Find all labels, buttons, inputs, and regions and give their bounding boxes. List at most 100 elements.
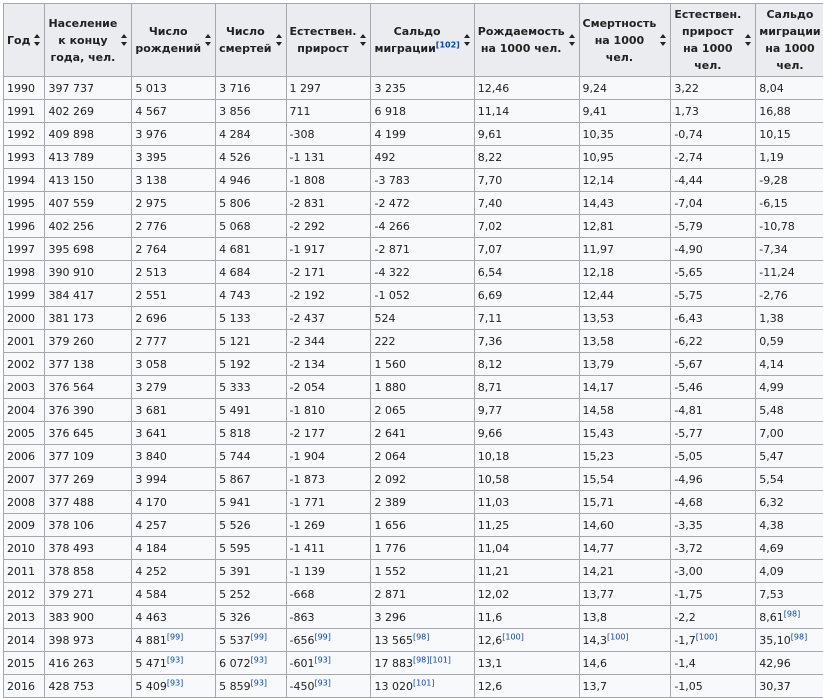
table-cell-births: 3 138 [132,169,216,192]
reference-link[interactable]: [99] [167,632,183,641]
column-header-death-rate[interactable]: Смертность на 1000 чел. [579,4,671,77]
column-header-migration-balance[interactable]: Сальдо миграции[102] [371,4,474,77]
table-cell-natural-growth-rate: -5,46 [671,376,756,399]
table-cell-migration-balance: -4 266 [371,215,474,238]
cell-value: 14,60 [583,519,615,532]
table-cell-birth-rate: 8,22 [474,146,579,169]
table-cell-population: 409 898 [45,123,132,146]
table-cell-death-rate: 13,8 [579,606,671,629]
table-cell-birth-rate: 8,12 [474,353,579,376]
cell-value: -1 411 [290,542,325,555]
table-cell-year: 2005 [4,422,45,445]
cell-value: 3 856 [219,105,251,118]
table-cell-births: 2 975 [132,192,216,215]
table-cell-births: 5 409[93] [132,675,216,698]
reference-link[interactable]: [93] [251,655,267,664]
table-cell-death-rate: 11,97 [579,238,671,261]
table-cell-natural-growth-rate: -1,7[100] [671,629,756,652]
reference-link[interactable]: [99] [314,632,330,641]
reference-link[interactable]: [98] [791,632,807,641]
reference-link[interactable]: [100] [607,632,629,641]
sort-arrows-icon[interactable] [121,34,128,46]
cell-value: 2016 [7,680,35,693]
column-header-population[interactable]: Население к концу года, чел. [45,4,132,77]
table-row: 2007377 2693 9945 867-1 8732 09210,5815,… [4,468,823,491]
column-header-migration-rate[interactable]: Сальдо миграции на 1000 чел. [756,4,823,77]
reference-link[interactable]: [100] [696,632,718,641]
sort-arrows-icon[interactable] [34,34,41,46]
reference-link[interactable]: [98][101] [413,655,451,664]
cell-value: 3 840 [135,450,167,463]
table-cell-population: 402 256 [45,215,132,238]
reference-link[interactable]: [102] [436,40,460,49]
table-cell-natural-growth-rate: -1,05 [671,675,756,698]
column-header-natural-growth[interactable]: Естествен. прирост [286,4,371,77]
table-cell-migration-rate: 7,53 [756,583,823,606]
sort-arrows-icon[interactable] [360,34,367,46]
reference-link[interactable]: [93] [314,678,330,687]
sort-arrows-icon[interactable] [464,34,471,46]
table-cell-year: 1997 [4,238,45,261]
table-cell-migration-balance: -4 322 [371,261,474,284]
cell-value: 7,00 [759,427,784,440]
sort-arrows-icon[interactable] [569,34,576,46]
cell-value: 3 994 [135,473,167,486]
reference-link[interactable]: [93] [167,678,183,687]
table-cell-deaths: 5 859[93] [216,675,286,698]
table-cell-deaths: 5 537[99] [216,629,286,652]
sort-arrows-icon[interactable] [660,34,667,46]
table-cell-migration-rate: -7,34 [756,238,823,261]
table-cell-deaths: 5 744 [216,445,286,468]
cell-value: 12,6 [478,680,503,693]
cell-value: 2013 [7,611,35,624]
reference-link[interactable]: [93] [251,678,267,687]
table-cell-migration-rate: -2,76 [756,284,823,307]
cell-value: -2 292 [290,220,325,233]
table-cell-migration-rate: 16,88 [756,100,823,123]
cell-value: 3,22 [674,82,699,95]
sort-arrows-icon[interactable] [205,34,212,46]
reference-link[interactable]: [100] [502,632,524,641]
cell-value: 13,77 [583,588,615,601]
column-header-births[interactable]: Число рождений [132,4,216,77]
table-cell-natural-growth: -1 771 [286,491,371,514]
cell-value: 5 859 [219,680,251,693]
cell-value: -11,24 [759,266,794,279]
cell-value: 11,14 [478,105,510,118]
reference-link[interactable]: [93] [314,655,330,664]
cell-value: 5,47 [759,450,784,463]
reference-link[interactable]: [98] [413,632,429,641]
cell-value: 428 753 [48,680,94,693]
column-header-birth-rate[interactable]: Рождаемость на 1000 чел. [474,4,579,77]
cell-value: 492 [374,151,395,164]
sort-arrows-icon[interactable] [745,34,752,46]
cell-value: -3 783 [374,174,409,187]
cell-value: 4 684 [219,266,251,279]
cell-value: -4,81 [674,404,702,417]
column-header-year[interactable]: Год [4,4,45,77]
column-header-deaths[interactable]: Число смертей [216,4,286,77]
table-cell-birth-rate: 9,77 [474,399,579,422]
table-cell-migration-rate: 5,48 [756,399,823,422]
table-cell-deaths: 5 526 [216,514,286,537]
column-header-label: Год [7,34,30,47]
sort-arrows-icon[interactable] [276,34,283,46]
cell-value: 376 645 [48,427,94,440]
cell-value: -6,22 [674,335,702,348]
reference-link[interactable]: [98] [784,609,800,618]
cell-value: 2000 [7,312,35,325]
cell-value: 5 409 [135,680,167,693]
cell-value: 4,38 [759,519,784,532]
cell-value: 10,18 [478,450,510,463]
column-header-natural-growth-rate[interactable]: Естествен. прирост на 1000 чел. [671,4,756,77]
cell-value: 13,53 [583,312,615,325]
table-cell-natural-growth-rate: -2,2 [671,606,756,629]
table-cell-natural-growth: 711 [286,100,371,123]
reference-link[interactable]: [101] [413,678,435,687]
cell-value: 2 389 [374,496,406,509]
cell-value: 7,11 [478,312,503,325]
cell-value: 5 192 [219,358,251,371]
cell-value: 2 975 [135,197,167,210]
reference-link[interactable]: [93] [167,655,183,664]
reference-link[interactable]: [99] [251,632,267,641]
